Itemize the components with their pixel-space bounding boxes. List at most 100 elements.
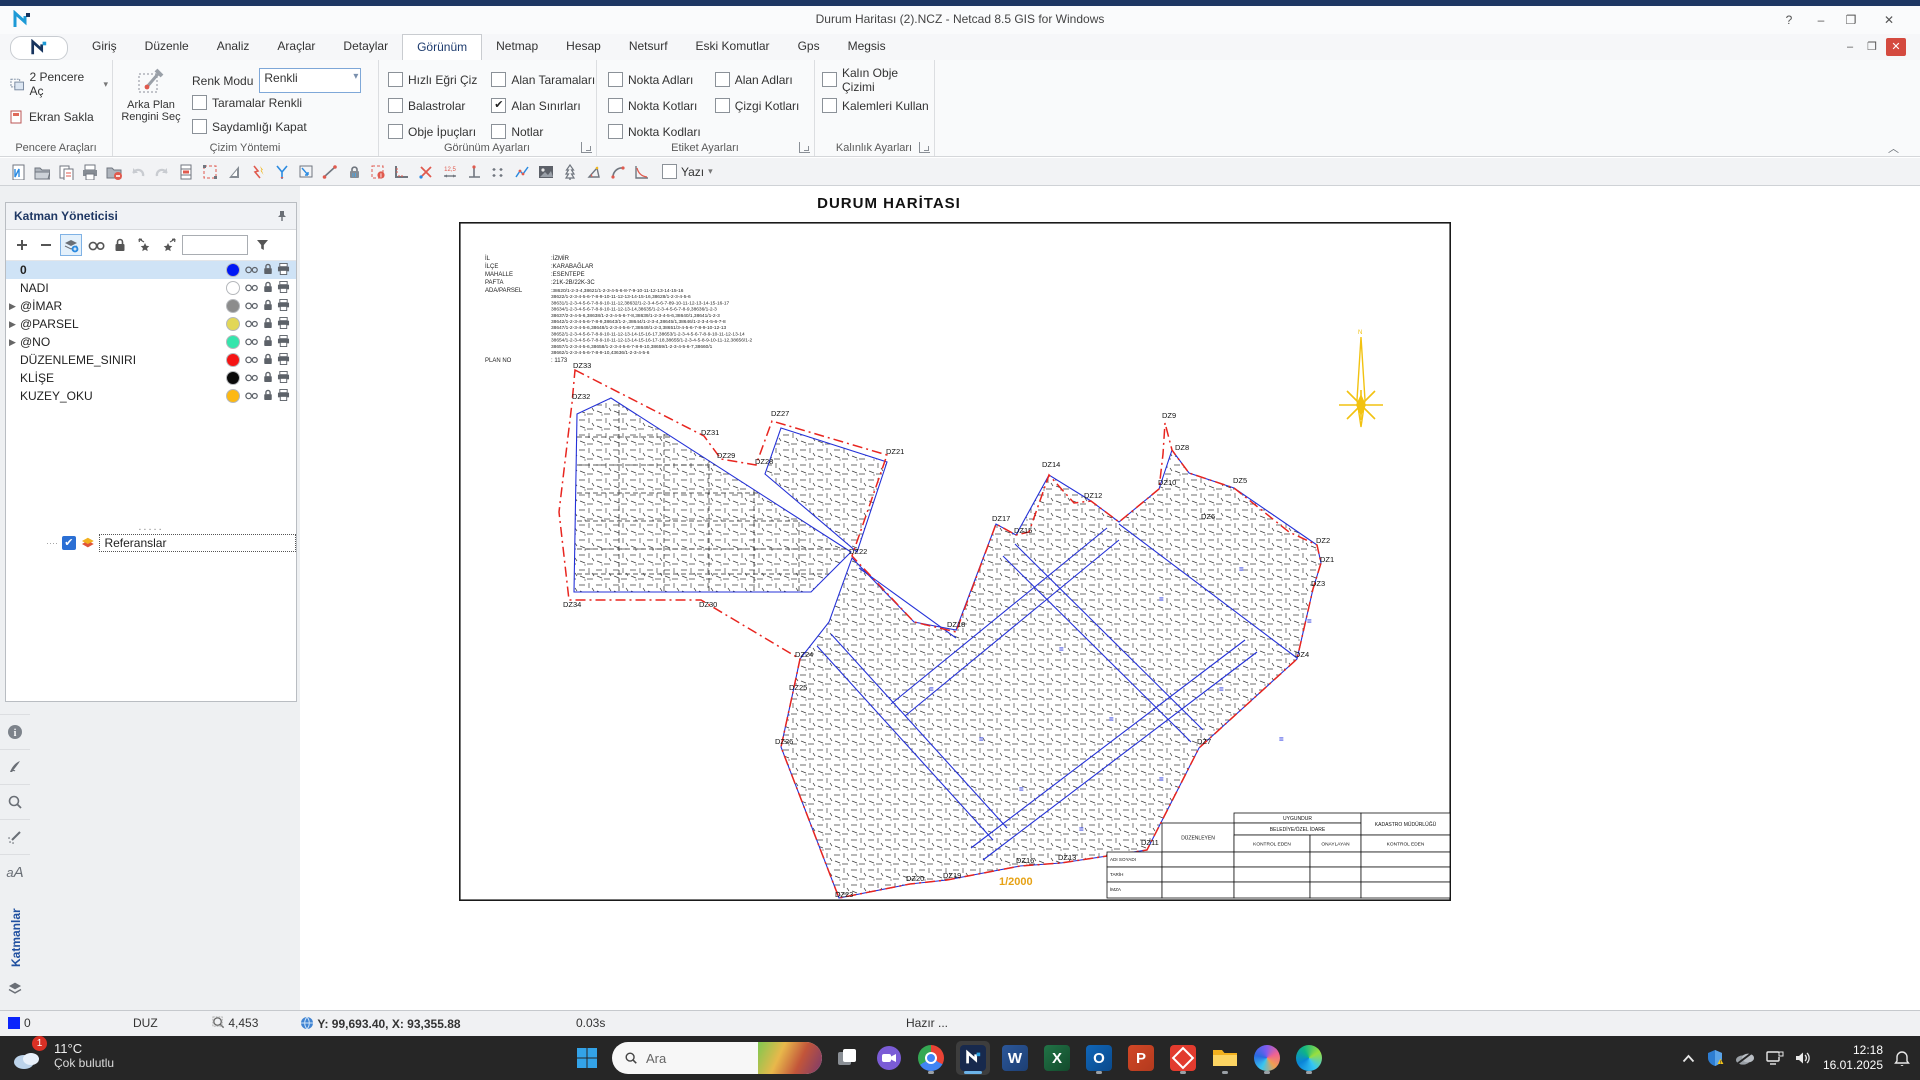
dialog-launcher-icon[interactable] <box>799 142 810 153</box>
checkbox-kalın-obje-çizimi[interactable]: Kalın Obje Çizimi <box>822 70 934 89</box>
cadastral-map-sheet[interactable]: ============DZ33DZ32DZ31DZ29DZ28DZ27DZ21… <box>459 222 1451 901</box>
visibility-all-icon[interactable] <box>86 235 106 255</box>
copy-doc-icon[interactable] <box>54 162 78 182</box>
dimension-icon[interactable]: 12,5 <box>438 162 462 182</box>
two-windows-button[interactable]: 2 Pencere Aç▾ <box>6 68 112 100</box>
taskbar-app-netcad[interactable] <box>956 1041 990 1075</box>
tab-analiz[interactable]: Analiz <box>203 34 264 60</box>
cadastral-map[interactable]: ============DZ33DZ32DZ31DZ29DZ28DZ27DZ21… <box>459 222 1451 901</box>
layer-row-NADI[interactable]: NADI <box>6 279 296 297</box>
corner-ruler-icon[interactable] <box>390 162 414 182</box>
lock-pen-icon[interactable] <box>342 162 366 182</box>
tab-megsis[interactable]: Megsis <box>834 34 900 60</box>
layer-print-icon[interactable] <box>277 389 290 404</box>
layer-print-icon[interactable] <box>277 371 290 386</box>
renk-modu-select[interactable]: Renkli▾ <box>259 68 361 93</box>
brush-icon[interactable] <box>0 749 30 784</box>
active-layer-indicator[interactable]: 0 <box>8 1016 31 1030</box>
tab-eski-komutlar[interactable]: Eski Komutlar <box>682 34 784 60</box>
layer-color-swatch[interactable] <box>226 263 240 277</box>
info-frame-icon[interactable]: i <box>366 162 390 182</box>
layer-lock-icon[interactable] <box>263 263 273 278</box>
layer-visibility-icon[interactable] <box>244 353 259 368</box>
taskbar-search[interactable]: Ara <box>612 1042 822 1074</box>
layer-print-icon[interactable] <box>277 353 290 368</box>
layer-print-icon[interactable] <box>277 299 290 314</box>
layer-visibility-icon[interactable] <box>244 371 259 386</box>
doc-close-button[interactable]: ✕ <box>1886 38 1906 56</box>
checkbox-hızlı-eğri-çiz[interactable]: Hızlı Eğri Çiz <box>388 70 477 89</box>
checkbox-alan-sınırları[interactable]: ✔Alan Sınırları <box>491 96 595 115</box>
taskbar-app-file-explorer[interactable] <box>1208 1041 1242 1075</box>
checkbox-taramalar-renkli[interactable]: Taramalar Renkli <box>192 93 302 112</box>
tab-görünüm[interactable]: Görünüm <box>402 34 482 61</box>
checkbox-saydamligi-kapat[interactable]: Saydamlığı Kapat <box>192 117 307 136</box>
taskbar-app-word[interactable]: W <box>998 1041 1032 1075</box>
layer-row-@İMAR[interactable]: ▶ @İMAR <box>6 297 296 315</box>
selection-marquee-icon[interactable] <box>198 162 222 182</box>
expand-caret-icon[interactable]: ▶ <box>9 301 16 312</box>
angle-icon[interactable] <box>582 162 606 182</box>
star-back-icon[interactable] <box>134 235 154 255</box>
layer-color-swatch[interactable] <box>226 389 240 403</box>
layer-print-icon[interactable] <box>277 317 290 332</box>
taskbar-app-chrome[interactable] <box>914 1041 948 1075</box>
arc-icon[interactable] <box>606 162 630 182</box>
restore-button[interactable]: ❐ <box>1838 9 1864 31</box>
notifications-bell-icon[interactable] <box>1894 1050 1910 1067</box>
layer-color-swatch[interactable] <box>226 281 240 295</box>
expand-caret-icon[interactable]: ▶ <box>9 319 16 330</box>
wye-branch-icon[interactable] <box>270 162 294 182</box>
taskbar-app-outlook[interactable]: O <box>1082 1041 1116 1075</box>
point-cluster-icon[interactable] <box>486 162 510 182</box>
image-icon[interactable] <box>534 162 558 182</box>
layer-lock-icon[interactable] <box>263 353 273 368</box>
layers-diamond-icon[interactable] <box>0 971 30 1005</box>
checkbox-nokta-adları[interactable]: Nokta Adları <box>608 70 701 89</box>
layer-row-0[interactable]: 0 <box>6 261 296 279</box>
checkbox-çizgi-kotları[interactable]: Çizgi Kotları <box>715 96 800 115</box>
tab-gps[interactable]: Gps <box>784 34 834 60</box>
checkbox-alan-taramaları[interactable]: Alan Taramaları <box>491 70 595 89</box>
layer-visibility-icon[interactable] <box>244 335 259 350</box>
polyline-chart-icon[interactable] <box>510 162 534 182</box>
layer-color-swatch[interactable] <box>226 335 240 349</box>
tab-giriş[interactable]: Giriş <box>78 34 131 60</box>
checkbox-obje-i̇puçları[interactable]: Obje İpuçları <box>388 122 477 141</box>
layer-row-DÜZENLEME_SINIRI[interactable]: DÜZENLEME_SINIRI <box>6 351 296 369</box>
zoom-indicator[interactable]: 4,453 <box>212 1016 258 1030</box>
katmanlar-side-tab[interactable]: Katmanlar <box>9 893 23 967</box>
select-window-icon[interactable] <box>294 162 318 182</box>
layer-visibility-icon[interactable] <box>244 389 259 404</box>
references-checkbox[interactable]: ✔ <box>62 536 76 550</box>
perpendicular-icon[interactable] <box>462 162 486 182</box>
taskbar-app-excel[interactable]: X <box>1040 1041 1074 1075</box>
layer-color-swatch[interactable] <box>226 317 240 331</box>
tab-netsurf[interactable]: Netsurf <box>615 34 682 60</box>
pin-icon[interactable] <box>276 210 288 222</box>
doc-restore-button[interactable]: ❐ <box>1862 38 1882 56</box>
start-button[interactable] <box>570 1041 604 1075</box>
security-shield-icon[interactable]: ! <box>1706 1049 1724 1067</box>
layer-visibility-icon[interactable] <box>244 281 259 296</box>
layer-lock-icon[interactable] <box>263 281 273 296</box>
layer-color-swatch[interactable] <box>226 299 240 313</box>
close-button[interactable]: ✕ <box>1876 9 1902 31</box>
redo-icon[interactable] <box>150 162 174 182</box>
layer-filter-input[interactable] <box>182 235 248 255</box>
folder-remove-icon[interactable] <box>102 162 126 182</box>
axis-curve-icon[interactable] <box>630 162 654 182</box>
taskbar-app-edge[interactable] <box>1292 1041 1326 1075</box>
checkbox-balastrolar[interactable]: Balastrolar <box>388 96 477 115</box>
arka-plan-rengini-sec-button[interactable]: Arka Plan Rengini Seç <box>120 66 182 123</box>
printer-icon[interactable] <box>78 162 102 182</box>
panel-splitter[interactable]: ..... <box>6 521 296 533</box>
layer-lock-icon[interactable] <box>263 335 273 350</box>
star-forward-icon[interactable] <box>158 235 178 255</box>
checkbox-nokta-kotları[interactable]: Nokta Kotları <box>608 96 701 115</box>
undo-icon[interactable] <box>126 162 150 182</box>
add-layer-button[interactable] <box>12 235 32 255</box>
layer-color-swatch[interactable] <box>226 353 240 367</box>
taskbar-app-task-view[interactable] <box>830 1041 864 1075</box>
magic-wand-icon[interactable] <box>0 819 30 854</box>
